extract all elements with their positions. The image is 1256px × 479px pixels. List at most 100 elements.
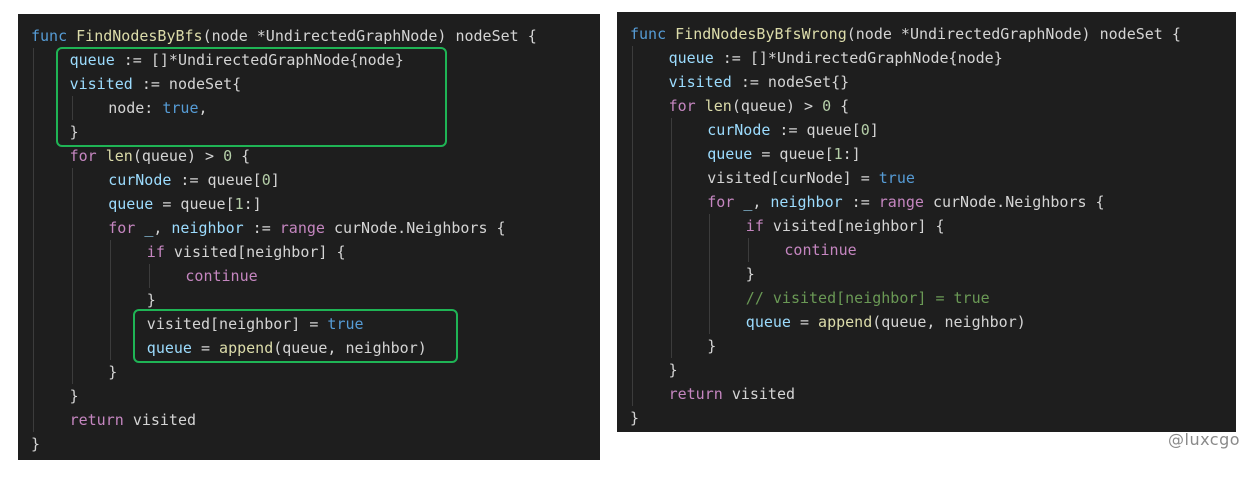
code-token: queue xyxy=(108,195,154,213)
code-token: 0 xyxy=(223,147,233,165)
code-token: range xyxy=(279,219,325,237)
indent-guide xyxy=(709,238,711,262)
indent-guide xyxy=(670,142,672,166)
code-token: } xyxy=(146,291,156,309)
code-token: for xyxy=(668,97,705,115)
code-line: } xyxy=(31,384,537,408)
indent-guide xyxy=(71,192,73,216)
code-token: := []*UndirectedGraphNode{node} xyxy=(713,49,1003,67)
code-block-find-nodes-by-bfs-wrong: func FindNodesByBfsWrong(node *Undirecte… xyxy=(630,22,1181,430)
indent-guide xyxy=(71,264,73,288)
indent-guide xyxy=(33,192,34,216)
code-token: } xyxy=(707,337,717,355)
indent-guide xyxy=(670,190,672,214)
code-token: } xyxy=(31,435,41,453)
code-token: visited[neighbor] { xyxy=(173,243,346,261)
code-token: visited[neighbor] { xyxy=(772,217,945,235)
code-token: curNode xyxy=(108,171,172,189)
code-line: queue = queue[1:] xyxy=(630,142,1181,166)
indent-guide xyxy=(632,94,633,118)
code-token: append xyxy=(818,313,873,331)
indent-guide xyxy=(33,384,34,408)
code-token: (node *UndirectedGraphNode) nodeSet { xyxy=(846,25,1181,43)
code-token: // visited[neighbor] = true xyxy=(745,289,990,307)
indent-guide xyxy=(110,240,112,264)
indent-guide xyxy=(110,288,112,312)
indent-guide xyxy=(33,72,34,96)
code-token: } xyxy=(69,387,79,405)
indent-guide xyxy=(632,238,633,262)
indent-guide xyxy=(670,262,672,286)
code-line: for len(queue) > 0 { xyxy=(630,94,1181,118)
code-panel-right: func FindNodesByBfsWrong(node *Undirecte… xyxy=(617,12,1236,432)
indent-guide xyxy=(33,336,34,360)
code-line: visited[curNode] = true xyxy=(630,166,1181,190)
code-token: } xyxy=(108,363,118,381)
code-line: for _, neighbor := range curNode.Neighbo… xyxy=(630,190,1181,214)
code-token: := xyxy=(243,219,280,237)
code-token: ] xyxy=(869,121,879,139)
code-line: continue xyxy=(31,264,537,288)
indent-guide xyxy=(670,166,672,190)
code-line: func FindNodesByBfs(node *UndirectedGrap… xyxy=(31,24,537,48)
code-token: if xyxy=(146,243,174,261)
indent-guide xyxy=(632,142,633,166)
indent-guide xyxy=(148,264,150,288)
code-line: curNode := queue[0] xyxy=(31,168,537,192)
indent-guide xyxy=(632,214,633,238)
indent-guide xyxy=(709,214,711,238)
indent-guide xyxy=(71,240,73,264)
code-token: :] xyxy=(842,145,861,163)
code-line: } xyxy=(630,334,1181,358)
code-token: func xyxy=(630,25,676,43)
code-panel-left: func FindNodesByBfs(node *UndirectedGrap… xyxy=(18,14,600,460)
indent-guide xyxy=(632,46,633,70)
code-line: if visited[neighbor] { xyxy=(630,214,1181,238)
indent-guide xyxy=(71,168,73,192)
code-token: _ xyxy=(743,193,753,211)
code-token: visited xyxy=(132,411,197,429)
author-watermark: @luxcgo xyxy=(1168,430,1241,449)
code-line: } xyxy=(630,406,1181,430)
code-token: len xyxy=(704,97,732,115)
code-token: 0 xyxy=(822,97,832,115)
indent-guide xyxy=(632,358,633,382)
code-token: (queue) > xyxy=(132,147,224,165)
indent-guide xyxy=(71,360,73,384)
code-token: visited xyxy=(668,73,732,91)
indent-guide xyxy=(33,96,34,120)
code-token: := queue[ xyxy=(171,171,262,189)
indent-guide xyxy=(33,312,34,336)
code-line: for len(queue) > 0 { xyxy=(31,144,537,168)
code-token: curNode.Neighbors { xyxy=(923,193,1105,211)
code-token: = xyxy=(790,313,819,331)
indent-guide xyxy=(632,118,633,142)
code-token: :] xyxy=(243,195,262,213)
code-line: } xyxy=(630,358,1181,382)
code-token: } xyxy=(668,361,678,379)
code-token: return xyxy=(668,385,732,403)
code-token: = queue[ xyxy=(153,195,235,213)
code-line: } xyxy=(31,360,537,384)
code-token: (queue) > xyxy=(731,97,823,115)
code-token: FindNodesByBfs xyxy=(76,27,203,45)
indent-guide xyxy=(33,360,34,384)
code-token: (queue, neighbor) xyxy=(872,313,1026,331)
indent-guide xyxy=(632,382,633,406)
code-token: = queue[ xyxy=(752,145,834,163)
code-line: return visited xyxy=(31,408,537,432)
indent-guide xyxy=(71,288,73,312)
code-token: 1 xyxy=(234,195,244,213)
code-line: func FindNodesByBfsWrong(node *Undirecte… xyxy=(630,22,1181,46)
code-token: } xyxy=(745,265,755,283)
code-token: _ xyxy=(144,219,154,237)
code-line: if visited[neighbor] { xyxy=(31,240,537,264)
indent-guide xyxy=(33,216,34,240)
indent-guide xyxy=(33,240,34,264)
indent-guide xyxy=(33,408,34,432)
code-line: continue xyxy=(630,238,1181,262)
indent-guide xyxy=(670,310,672,334)
code-token: (node *UndirectedGraphNode) nodeSet { xyxy=(202,27,537,45)
indent-guide xyxy=(632,286,633,310)
indent-guide xyxy=(670,238,672,262)
